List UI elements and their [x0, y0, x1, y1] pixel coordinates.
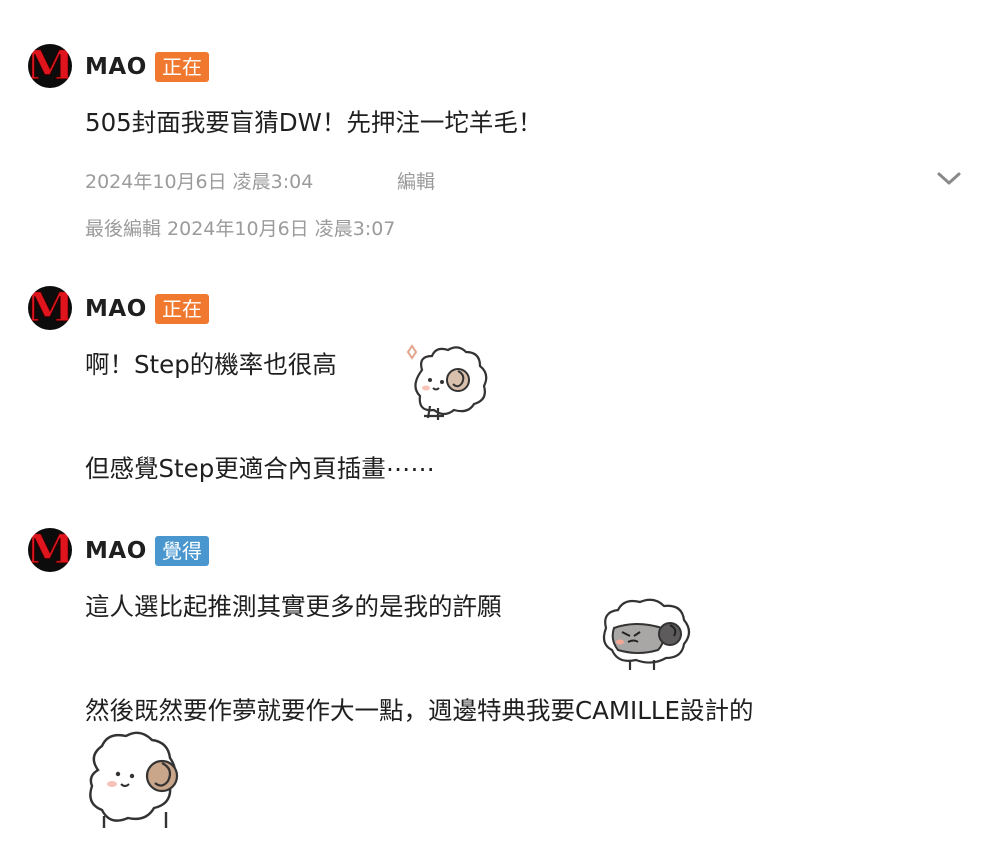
status-badge: 正在	[155, 52, 209, 82]
edit-link[interactable]: 編輯	[397, 167, 435, 194]
message-text: 這人選比起推測其實更多的是我的許願	[85, 592, 502, 621]
sheep-sticker-icon	[89, 731, 179, 828]
avatar[interactable]: M	[28, 528, 72, 572]
status-badge: 覺得	[155, 536, 209, 566]
timestamp: 2024年10月6日 凌晨3:04	[85, 171, 314, 193]
message-text: 然後既然要作夢就要作大一點，週邊特典我要CAMILLE設計的	[85, 696, 754, 725]
author-name[interactable]: MAO	[85, 538, 147, 564]
message-text: 505封面我要盲猜DW！先押注一坨羊毛！	[85, 108, 543, 137]
author-name[interactable]: MAO	[85, 54, 147, 80]
avatar-letter: M	[28, 528, 72, 572]
sheep-sticker-icon	[406, 344, 488, 420]
message-text: 但感覺Step更適合內頁插畫⋯⋯	[85, 454, 435, 483]
last-edited: 最後編輯 2024年10月6日 凌晨3:07	[85, 218, 396, 240]
status-badge: 正在	[155, 294, 209, 324]
author-name[interactable]: MAO	[85, 296, 147, 322]
avatar[interactable]: M	[28, 44, 72, 88]
avatar-letter: M	[28, 286, 72, 330]
chevron-down-icon[interactable]	[936, 170, 962, 188]
avatar-letter: M	[28, 44, 72, 88]
message-text: 啊！Step的機率也很高	[85, 350, 337, 379]
avatar[interactable]: M	[28, 286, 72, 330]
sheep-sticker-icon	[602, 598, 691, 670]
